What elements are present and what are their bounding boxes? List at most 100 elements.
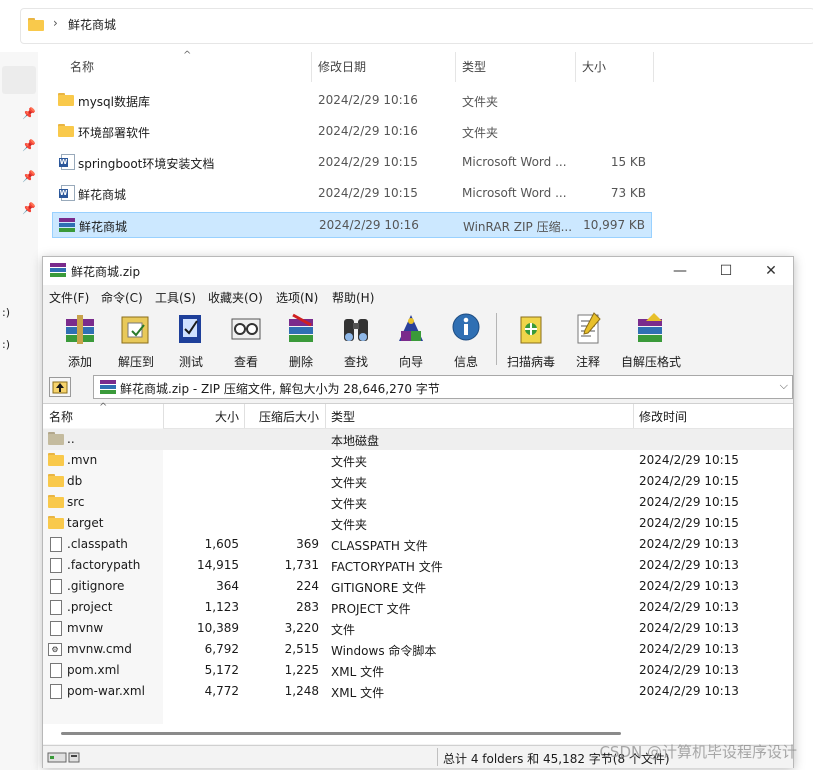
folder-icon (28, 18, 44, 31)
file-type: Microsoft Word ... (462, 155, 567, 169)
file-date: 2024/2/29 10:16 (318, 93, 418, 107)
extract-to-button[interactable]: 解压到 (107, 309, 165, 371)
menu-commands[interactable]: 命令(C) (101, 289, 143, 306)
file-name: 鲜花商城 (79, 220, 128, 234)
row-size: 364 (216, 579, 239, 593)
menu-bar: 文件(F) 命令(C) 工具(S) 收藏夹(O) 选项(N) 帮助(H) (43, 285, 793, 307)
test-button[interactable]: 测试 (162, 309, 220, 371)
list-row[interactable]: src 文件夹 2024/2/29 10:15 (43, 492, 793, 513)
column-divider[interactable] (633, 404, 634, 428)
view-icon (230, 311, 262, 345)
virus-scan-button[interactable]: 扫描病毒 (502, 309, 560, 371)
row-packed: 2,515 (284, 642, 319, 656)
virus-scan-icon (515, 311, 547, 345)
column-header-type[interactable]: 类型 (462, 58, 486, 80)
menu-file[interactable]: 文件(F) (49, 289, 89, 306)
column-header-name[interactable]: 名称 (70, 58, 94, 80)
close-icon[interactable]: ✕ (748, 259, 794, 283)
comment-button[interactable]: 注释 (559, 309, 617, 371)
delete-button[interactable]: 删除 (272, 309, 330, 371)
info-icon (450, 311, 482, 345)
pin-icon[interactable]: 📌 (22, 107, 36, 121)
list-row[interactable]: .. 本地磁盘 (43, 429, 793, 450)
menu-help[interactable]: 帮助(H) (332, 289, 374, 306)
chevron-down-icon[interactable]: ⌵ (780, 379, 788, 393)
nav-drive-label[interactable]: :) (2, 306, 10, 319)
list-row[interactable]: target 文件夹 2024/2/29 10:15 (43, 513, 793, 534)
file-icon (50, 600, 62, 615)
list-row[interactable]: .factorypath 14,915 1,731 FACTORYPATH 文件… (43, 555, 793, 576)
column-header-packed[interactable]: 压缩后大小 (243, 408, 319, 425)
sort-up-icon: ^ (99, 402, 108, 413)
add-button[interactable]: 添加 (51, 309, 109, 371)
find-icon (340, 311, 372, 345)
breadcrumb[interactable]: 鲜花商城 (68, 16, 116, 33)
list-row[interactable]: pom.xml 5,172 1,225 XML 文件 2024/2/29 10:… (43, 660, 793, 681)
column-divider[interactable] (325, 404, 326, 428)
file-row[interactable]: 环境部署软件 2024/2/29 10:16 文件夹 (52, 119, 652, 145)
file-name: springboot环境安装文档 (78, 157, 215, 171)
column-header-date[interactable]: 修改日期 (318, 58, 366, 80)
row-type: 文件 (331, 623, 356, 637)
row-modified: 2024/2/29 10:13 (639, 600, 739, 614)
chevron-right-icon[interactable]: › (53, 16, 58, 30)
scrollbar-thumb[interactable] (61, 732, 621, 735)
nav-item[interactable] (2, 66, 36, 94)
list-row[interactable]: .gitignore 364 224 GITIGNORE 文件 2024/2/2… (43, 576, 793, 597)
minimize-icon[interactable]: — (657, 259, 703, 283)
wizard-button[interactable]: 向导 (382, 309, 440, 371)
column-divider[interactable] (575, 52, 576, 82)
archive-path: 鲜花商城.zip - ZIP 压缩文件, 解包大小为 28,646,270 字节 (120, 382, 440, 396)
info-button[interactable]: 信息 (437, 309, 495, 371)
pin-icon[interactable]: 📌 (22, 202, 36, 216)
drive-icon[interactable] (47, 750, 81, 764)
file-row-selected[interactable]: 鲜花商城 2024/2/29 10:16 WinRAR ZIP 压缩... 10… (52, 212, 652, 238)
row-name: pom.xml (67, 663, 120, 677)
file-date: 2024/2/29 10:16 (318, 124, 418, 138)
list-row[interactable]: db 文件夹 2024/2/29 10:15 (43, 471, 793, 492)
maximize-icon[interactable]: ☐ (703, 259, 749, 283)
status-divider (437, 748, 438, 766)
column-header-size[interactable]: 大小 (163, 408, 239, 425)
menu-favorites[interactable]: 收藏夹(O) (208, 289, 263, 306)
column-header-size[interactable]: 大小 (582, 58, 606, 80)
find-button[interactable]: 查找 (327, 309, 385, 371)
menu-options[interactable]: 选项(N) (276, 289, 318, 306)
menu-tools[interactable]: 工具(S) (155, 289, 196, 306)
address-bar[interactable]: › 鲜花商城 (20, 8, 813, 44)
navigation-pane: 📌 📌 📌 📌 :) :) (0, 52, 38, 770)
row-type: CLASSPATH 文件 (331, 539, 428, 553)
nav-drive-label[interactable]: :) (2, 338, 10, 351)
sfx-button[interactable]: 自解压格式 (621, 309, 681, 371)
horizontal-scrollbar[interactable] (43, 724, 793, 742)
file-row[interactable]: W 鲜花商城 2024/2/29 10:15 Microsoft Word ..… (52, 181, 652, 207)
pin-icon[interactable]: 📌 (22, 170, 36, 184)
column-header-name[interactable]: 名称 (49, 408, 73, 425)
folder-icon (58, 124, 74, 139)
column-header-type[interactable]: 类型 (331, 408, 355, 425)
column-divider[interactable] (653, 52, 654, 82)
up-folder-button[interactable] (49, 377, 71, 397)
row-size: 1,605 (204, 537, 239, 551)
list-row[interactable]: .project 1,123 283 PROJECT 文件 2024/2/29 … (43, 597, 793, 618)
column-header-modified[interactable]: 修改时间 (639, 408, 687, 425)
row-type: XML 文件 (331, 665, 385, 679)
view-button[interactable]: 查看 (217, 309, 275, 371)
column-divider[interactable] (455, 52, 456, 82)
title-bar[interactable]: 鲜花商城.zip — ☐ ✕ (43, 257, 793, 285)
row-type: 文件夹 (331, 497, 368, 511)
list-row[interactable]: ⚙ mvnw.cmd 6,792 2,515 Windows 命令脚本 2024… (43, 639, 793, 660)
file-type: Microsoft Word ... (462, 186, 567, 200)
list-row[interactable]: pom-war.xml 4,772 1,248 XML 文件 2024/2/29… (43, 681, 793, 702)
file-row[interactable]: mysql数据库 2024/2/29 10:16 文件夹 (52, 88, 652, 114)
file-row[interactable]: W springboot环境安装文档 2024/2/29 10:15 Micro… (52, 150, 652, 176)
row-packed: 1,248 (284, 684, 319, 698)
column-divider[interactable] (311, 52, 312, 82)
pin-icon[interactable]: 📌 (22, 139, 36, 153)
list-row[interactable]: .mvn 文件夹 2024/2/29 10:15 (43, 450, 793, 471)
row-size: 5,172 (204, 663, 239, 677)
file-name: mysql数据库 (78, 95, 150, 109)
archive-path-field[interactable]: 鲜花商城.zip - ZIP 压缩文件, 解包大小为 28,646,270 字节… (93, 375, 793, 399)
list-row[interactable]: .classpath 1,605 369 CLASSPATH 文件 2024/2… (43, 534, 793, 555)
list-row[interactable]: mvnw 10,389 3,220 文件 2024/2/29 10:13 (43, 618, 793, 639)
